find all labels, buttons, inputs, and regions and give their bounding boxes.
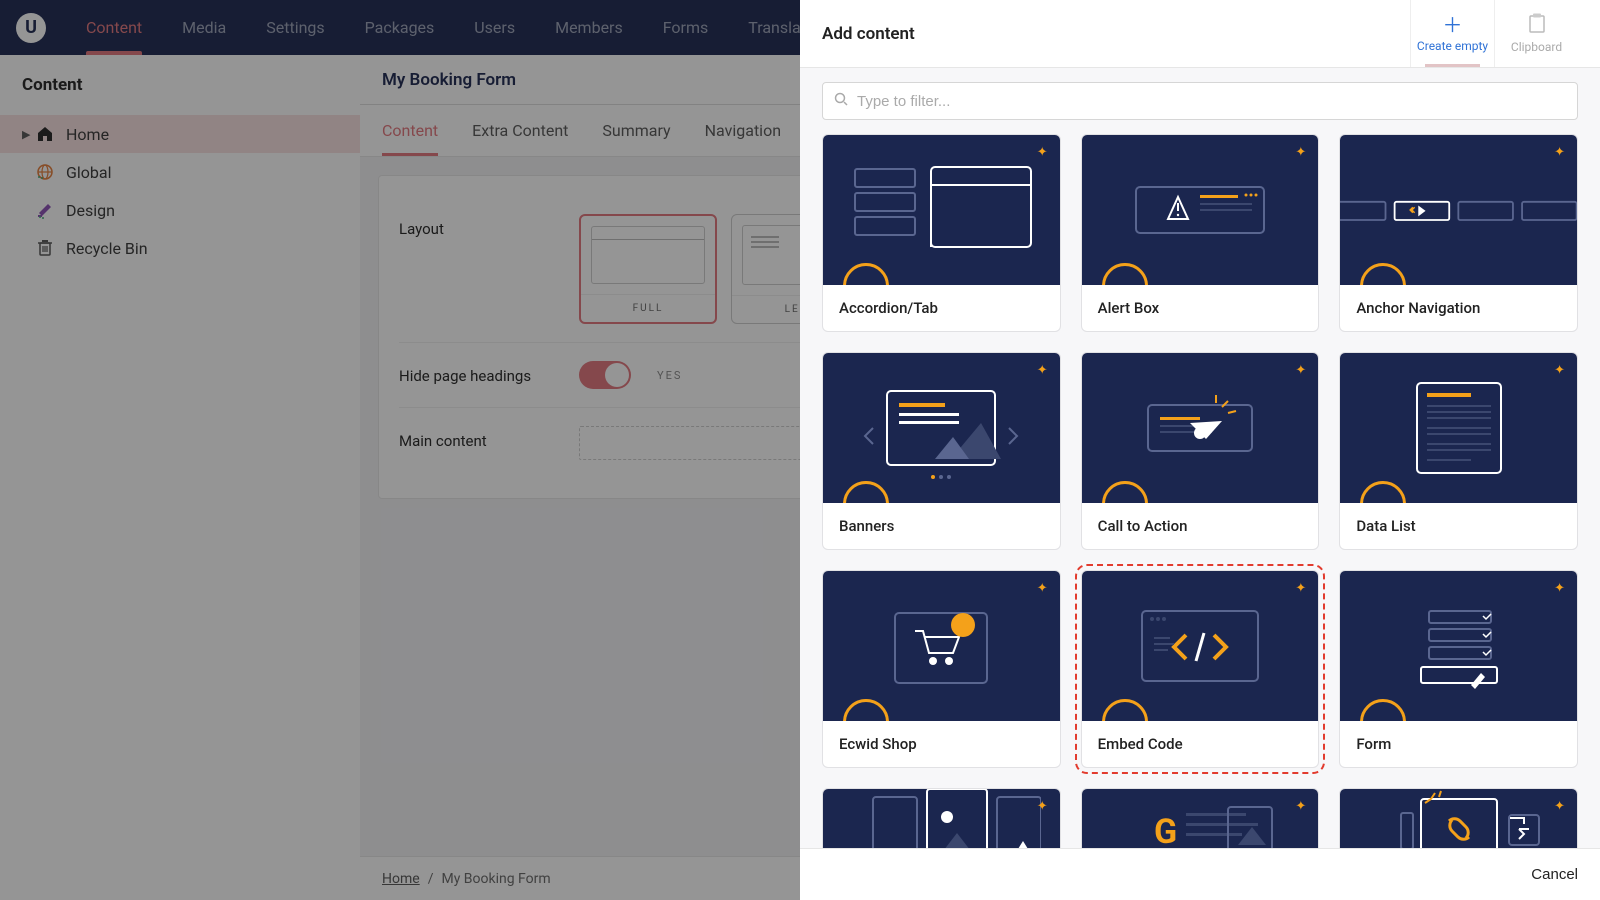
create-empty-label: Create empty xyxy=(1417,39,1488,53)
overlay-footer: Cancel xyxy=(800,848,1600,900)
card-thumb: ✦ xyxy=(1082,571,1319,721)
content-card-alert-box[interactable]: ✦ Alert Box xyxy=(1081,134,1320,332)
card-label: Banners xyxy=(823,503,1060,549)
content-card-anchor-navigation[interactable]: ✦ Anchor Navigation xyxy=(1339,134,1578,332)
card-thumb: ✦G xyxy=(1082,789,1319,848)
star-icon: ✦ xyxy=(1554,145,1565,160)
card-label: Alert Box xyxy=(1082,285,1319,331)
card-label: Data List xyxy=(1340,503,1577,549)
clipboard-icon xyxy=(1528,13,1546,36)
clipboard-button[interactable]: Clipboard xyxy=(1494,0,1578,67)
card-thumb: ✦ xyxy=(1082,353,1319,503)
content-card-accordion-tab[interactable]: ✦ Accordion/Tab xyxy=(822,134,1061,332)
overlay-header: Add content ＋ Create empty Clipboard xyxy=(800,0,1600,68)
svg-text:G: G xyxy=(1154,812,1177,848)
star-icon: ✦ xyxy=(1295,363,1306,378)
star-icon: ✦ xyxy=(1037,145,1048,160)
content-card-image[interactable]: ✦ xyxy=(822,788,1061,848)
star-icon: ✦ xyxy=(1554,581,1565,596)
card-label: Call to Action xyxy=(1082,503,1319,549)
overlay-title: Add content xyxy=(822,24,1410,44)
star-icon: ✦ xyxy=(1295,145,1306,160)
star-icon: ✦ xyxy=(1295,799,1306,814)
content-card-data-list[interactable]: ✦ Data List xyxy=(1339,352,1578,550)
filter-input[interactable] xyxy=(822,82,1578,120)
card-thumb: ✦ xyxy=(1340,789,1577,848)
star-icon: ✦ xyxy=(1295,581,1306,596)
card-label: Embed Code xyxy=(1082,721,1319,767)
content-card-link[interactable]: ✦ xyxy=(1339,788,1578,848)
card-label: Accordion/Tab xyxy=(823,285,1060,331)
content-card-banners[interactable]: ✦ Banners xyxy=(822,352,1061,550)
card-thumb: ✦ xyxy=(1340,571,1577,721)
clipboard-label: Clipboard xyxy=(1511,40,1562,54)
content-card-form[interactable]: ✦ Form xyxy=(1339,570,1578,768)
card-thumb: ✦ xyxy=(823,135,1060,285)
star-icon: ✦ xyxy=(1554,363,1565,378)
card-thumb: ✦ xyxy=(1340,353,1577,503)
cancel-button[interactable]: Cancel xyxy=(1531,866,1578,883)
content-card-call-to-action[interactable]: ✦ Call to Action xyxy=(1081,352,1320,550)
create-empty-button[interactable]: ＋ Create empty xyxy=(1410,0,1494,67)
card-thumb: ✦ xyxy=(1082,135,1319,285)
content-card-embed-code[interactable]: ✦ Embed Code xyxy=(1081,570,1320,768)
card-label: Form xyxy=(1340,721,1577,767)
content-card-google[interactable]: ✦G xyxy=(1081,788,1320,848)
card-thumb: ✦ xyxy=(823,789,1060,848)
plus-icon: ＋ xyxy=(1443,15,1463,35)
star-icon: ✦ xyxy=(1037,363,1048,378)
add-content-overlay: Add content ＋ Create empty Clipboard ✦ Ac… xyxy=(800,0,1600,900)
star-icon: ✦ xyxy=(1037,799,1048,814)
star-icon: ✦ xyxy=(1554,799,1565,814)
search-icon xyxy=(834,92,848,110)
overlay-body: ✦ Accordion/Tab ✦ Alert Box ✦ Anchor Navigati… xyxy=(800,68,1600,848)
card-thumb: ✦ xyxy=(823,353,1060,503)
content-card-ecwid-shop[interactable]: ✦ Ecwid Shop xyxy=(822,570,1061,768)
card-label: Anchor Navigation xyxy=(1340,285,1577,331)
content-type-grid: ✦ Accordion/Tab ✦ Alert Box ✦ Anchor Navigati… xyxy=(822,134,1578,848)
star-icon: ✦ xyxy=(1037,581,1048,596)
card-thumb: ✦ xyxy=(1340,135,1577,285)
card-thumb: ✦ xyxy=(823,571,1060,721)
card-label: Ecwid Shop xyxy=(823,721,1060,767)
